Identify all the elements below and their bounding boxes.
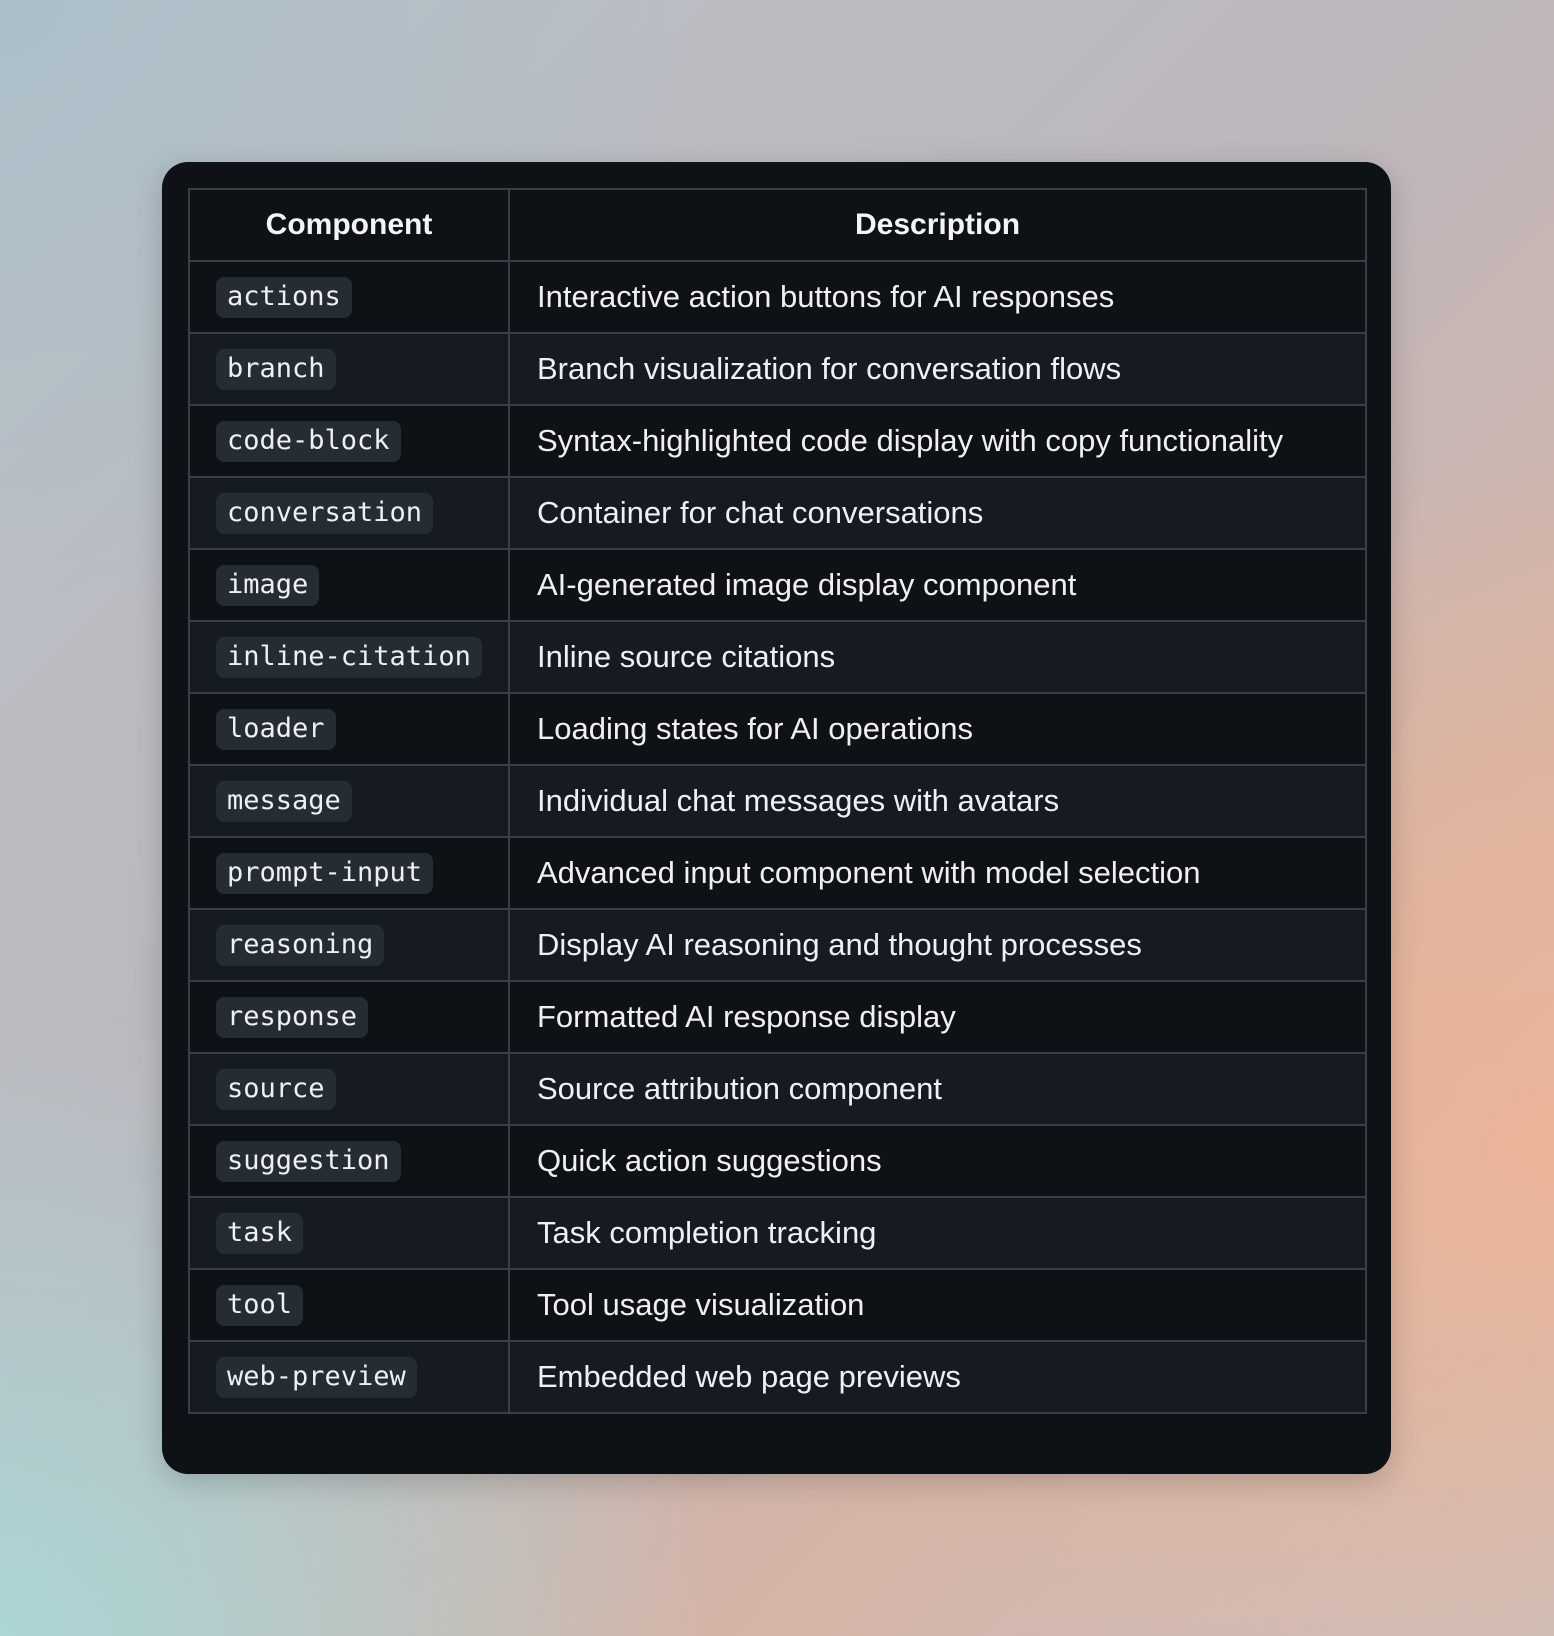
description-cell: Loading states for AI operations: [508, 692, 1367, 766]
table-card: Component Description actions Interactiv…: [162, 162, 1391, 1474]
component-code: web-preview: [216, 1356, 417, 1398]
table-row: source Source attribution component: [188, 1052, 1367, 1126]
component-code: actions: [216, 276, 352, 318]
table-row: actions Interactive action buttons for A…: [188, 260, 1367, 334]
table-row: image AI-generated image display compone…: [188, 548, 1367, 622]
component-code: task: [216, 1212, 304, 1254]
component-cell: task: [188, 1196, 510, 1270]
description-cell: Syntax-highlighted code display with cop…: [508, 404, 1367, 478]
component-cell: branch: [188, 332, 510, 406]
component-code: response: [216, 996, 369, 1038]
component-cell: web-preview: [188, 1340, 510, 1414]
table-row: inline-citation Inline source citations: [188, 620, 1367, 694]
description-cell: Individual chat messages with avatars: [508, 764, 1367, 838]
component-cell: inline-citation: [188, 620, 510, 694]
component-cell: actions: [188, 260, 510, 334]
description-cell: Inline source citations: [508, 620, 1367, 694]
table-header-row: Component Description: [188, 188, 1367, 262]
component-code: inline-citation: [216, 636, 482, 678]
table-row: message Individual chat messages with av…: [188, 764, 1367, 838]
column-header-description: Description: [508, 188, 1367, 262]
table-row: loader Loading states for AI operations: [188, 692, 1367, 766]
component-cell: suggestion: [188, 1124, 510, 1198]
component-code: prompt-input: [216, 852, 434, 894]
component-cell: code-block: [188, 404, 510, 478]
component-cell: conversation: [188, 476, 510, 550]
description-cell: Branch visualization for conversation fl…: [508, 332, 1367, 406]
table-row: response Formatted AI response display: [188, 980, 1367, 1054]
description-cell: Tool usage visualization: [508, 1268, 1367, 1342]
component-code: branch: [216, 348, 336, 390]
component-code: code-block: [216, 420, 401, 462]
table-row: reasoning Display AI reasoning and thoug…: [188, 908, 1367, 982]
component-cell: response: [188, 980, 510, 1054]
component-code: source: [216, 1068, 336, 1110]
description-cell: Display AI reasoning and thought process…: [508, 908, 1367, 982]
component-code: image: [216, 564, 320, 606]
table-row: code-block Syntax-highlighted code displ…: [188, 404, 1367, 478]
description-cell: Formatted AI response display: [508, 980, 1367, 1054]
component-cell: loader: [188, 692, 510, 766]
component-cell: message: [188, 764, 510, 838]
component-code: suggestion: [216, 1140, 401, 1182]
table-row: web-preview Embedded web page previews: [188, 1340, 1367, 1414]
component-cell: source: [188, 1052, 510, 1126]
component-code: reasoning: [216, 924, 385, 966]
components-table: Component Description actions Interactiv…: [188, 188, 1367, 1414]
table-row: prompt-input Advanced input component wi…: [188, 836, 1367, 910]
component-cell: tool: [188, 1268, 510, 1342]
table-row: conversation Container for chat conversa…: [188, 476, 1367, 550]
component-code: tool: [216, 1284, 304, 1326]
description-cell: Interactive action buttons for AI respon…: [508, 260, 1367, 334]
component-code: conversation: [216, 492, 434, 534]
component-cell: reasoning: [188, 908, 510, 982]
table-row: suggestion Quick action suggestions: [188, 1124, 1367, 1198]
description-cell: Embedded web page previews: [508, 1340, 1367, 1414]
component-code: message: [216, 780, 352, 822]
description-cell: Task completion tracking: [508, 1196, 1367, 1270]
column-header-component: Component: [188, 188, 510, 262]
description-cell: Container for chat conversations: [508, 476, 1367, 550]
table-row: branch Branch visualization for conversa…: [188, 332, 1367, 406]
table-row: tool Tool usage visualization: [188, 1268, 1367, 1342]
component-code: loader: [216, 708, 336, 750]
table-row: task Task completion tracking: [188, 1196, 1367, 1270]
description-cell: Advanced input component with model sele…: [508, 836, 1367, 910]
component-cell: prompt-input: [188, 836, 510, 910]
description-cell: Source attribution component: [508, 1052, 1367, 1126]
component-cell: image: [188, 548, 510, 622]
description-cell: Quick action suggestions: [508, 1124, 1367, 1198]
description-cell: AI-generated image display component: [508, 548, 1367, 622]
